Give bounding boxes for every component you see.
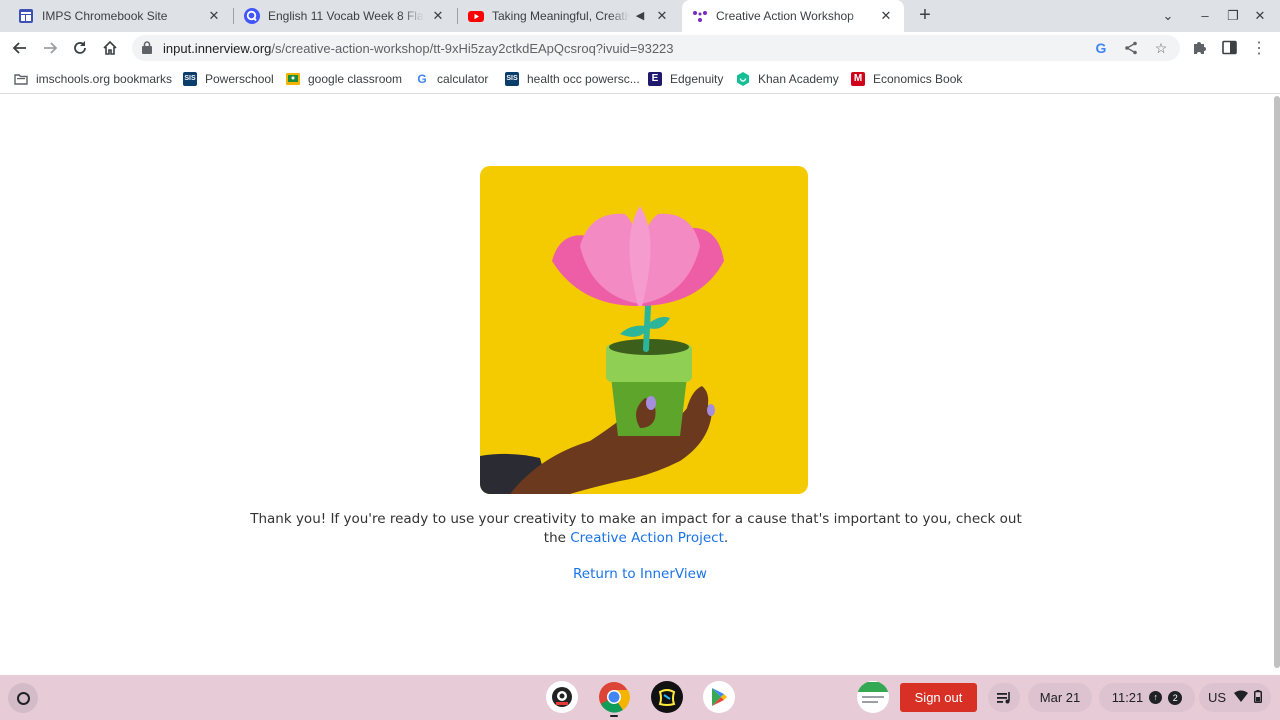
close-tab-icon[interactable]: ✕ — [206, 8, 222, 24]
home-icon[interactable] — [98, 36, 122, 60]
mcgraw-icon: M — [851, 72, 865, 86]
tab-strip: IMPS Chromebook Site ✕ English 11 Vocab … — [0, 0, 1280, 32]
tab-title: Taking Meaningful, Creative Action — [492, 9, 630, 23]
bookmark-label: Economics Book — [873, 72, 963, 86]
update-available-icon: ↑ — [1149, 691, 1163, 704]
close-tab-icon[interactable]: ✕ — [654, 8, 670, 24]
bookmark-economics-book[interactable]: M Economics Book — [851, 71, 962, 87]
keyboard-locale: US — [1207, 690, 1227, 705]
close-tab-icon[interactable]: ✕ — [430, 8, 446, 24]
innerview-icon — [692, 8, 708, 24]
speaker-muted-icon[interactable]: ◀︎ — [632, 8, 648, 24]
bookmark-google-classroom[interactable]: google classroom — [286, 71, 402, 87]
classroom-icon — [286, 72, 300, 86]
tab-imps-chromebook-site[interactable]: IMPS Chromebook Site ✕ — [8, 0, 232, 32]
url-path: /s/creative-action-workshop/tt-9xHi5zay2… — [271, 41, 674, 56]
more-menu-icon[interactable]: ⋮ — [1250, 40, 1268, 58]
tab-creative-action-workshop[interactable]: Creative Action Workshop ✕ — [682, 0, 904, 32]
bookmark-label: calculator — [437, 72, 489, 86]
battery-icon — [1254, 689, 1263, 706]
tab-title: English 11 Vocab Week 8 Flashcards — [268, 9, 424, 23]
share-icon[interactable] — [1122, 39, 1140, 57]
extensions-puzzle-icon[interactable] — [1190, 40, 1208, 58]
bookmark-label: Khan Academy — [758, 72, 839, 86]
sign-out-button[interactable]: Sign out — [900, 683, 977, 712]
side-panel-icon[interactable] — [1220, 40, 1238, 58]
bookmark-calculator[interactable]: G calculator — [415, 71, 488, 87]
bookmark-star-icon[interactable]: ☆ — [1152, 39, 1170, 57]
bookmark-edgenuity[interactable]: E Edgenuity — [648, 71, 723, 87]
media-controls-icon[interactable] — [988, 683, 1020, 712]
date-tray[interactable]: Mar 21 — [1028, 683, 1092, 712]
creative-action-project-link[interactable]: Creative Action Project — [570, 530, 724, 546]
thank-you-message: Thank you! If you're ready to use your c… — [250, 510, 1022, 548]
page-scrollbar[interactable] — [1274, 96, 1280, 668]
folder-icon — [14, 72, 28, 86]
tab-search-chevron-down-icon[interactable]: ⌄ — [1158, 6, 1178, 26]
return-to-innerview-link[interactable]: Return to InnerView — [540, 566, 740, 582]
quizlet-icon — [244, 8, 260, 24]
lock-icon[interactable] — [142, 41, 152, 54]
minimize-icon[interactable]: – — [1195, 6, 1215, 26]
date-text: Mar 21 — [1039, 690, 1081, 705]
bookmark-imschools[interactable]: imschools.org bookmarks — [14, 71, 172, 87]
bookmark-health-occ-powerschool[interactable]: SIS health occ powersc... — [505, 71, 640, 87]
address-bar[interactable]: input.innerview.org/s/creative-action-wo… — [132, 35, 1180, 61]
bookmark-label: Edgenuity — [670, 72, 724, 86]
bookmark-khan-academy[interactable]: Khan Academy — [736, 71, 839, 87]
canvas-app-icon[interactable] — [651, 681, 683, 713]
restore-window-icon[interactable]: ❐ — [1223, 6, 1243, 26]
launcher-circle-icon — [16, 691, 30, 705]
google-icon: G — [417, 72, 427, 86]
play-store-icon[interactable] — [703, 681, 735, 713]
tab-english-vocab[interactable]: English 11 Vocab Week 8 Flashcards ✕ — [234, 0, 456, 32]
url-text: input.innerview.org/s/creative-action-wo… — [163, 41, 674, 56]
back-arrow-icon[interactable] — [8, 36, 32, 60]
sis-icon: SIS — [505, 72, 519, 86]
chrome-running-indicator — [610, 715, 618, 717]
camera-app-icon[interactable] — [546, 681, 578, 713]
reload-icon[interactable] — [68, 36, 92, 60]
bookmark-label: imschools.org bookmarks — [36, 72, 173, 86]
tab-title: Creative Action Workshop — [716, 9, 854, 23]
bookmarks-bar: imschools.org bookmarks SIS Powerschool … — [0, 64, 1280, 94]
browser-toolbar: input.innerview.org/s/creative-action-wo… — [0, 32, 1280, 64]
system-status-tray[interactable]: US — [1199, 683, 1271, 712]
youtube-icon — [468, 8, 484, 24]
tab-title: IMPS Chromebook Site — [42, 9, 168, 23]
url-host: input.innerview.org — [163, 41, 272, 56]
chrome-browser-icon[interactable] — [598, 681, 630, 713]
new-tab-button[interactable]: + — [914, 4, 936, 26]
tab-youtube-creative-action[interactable]: Taking Meaningful, Creative Action ◀︎ ✕ — [458, 0, 680, 32]
edgenuity-icon: E — [648, 72, 662, 86]
bookmark-label: Powerschool — [205, 72, 274, 86]
notification-count-badge: 2 — [1168, 690, 1183, 705]
google-lens-icon[interactable]: G — [1092, 39, 1110, 57]
bookmark-label: health occ powersc... — [527, 72, 640, 86]
time-notification-tray[interactable]: 11:21 ↑ 2 — [1099, 683, 1195, 712]
hand-holding-flower-illustration — [480, 166, 808, 494]
sis-icon: SIS — [183, 72, 197, 86]
chromeos-shelf: Sign out Mar 21 11:21 ↑ 2 US — [0, 675, 1280, 720]
khan-icon — [736, 72, 750, 86]
forward-arrow-icon[interactable] — [38, 36, 62, 60]
bookmark-powerschool[interactable]: SIS Powerschool — [183, 71, 274, 87]
wifi-icon — [1234, 690, 1249, 705]
launcher-button[interactable] — [8, 683, 38, 713]
close-window-icon[interactable]: ✕ — [1250, 6, 1270, 26]
bookmark-label: google classroom — [308, 72, 403, 86]
holding-space-thumbnail-icon[interactable] — [857, 681, 889, 713]
sites-icon — [18, 8, 34, 24]
close-tab-icon[interactable]: ✕ — [878, 8, 894, 24]
clock-time: 11:21 — [1111, 690, 1144, 705]
message-text-end: . — [723, 530, 729, 546]
